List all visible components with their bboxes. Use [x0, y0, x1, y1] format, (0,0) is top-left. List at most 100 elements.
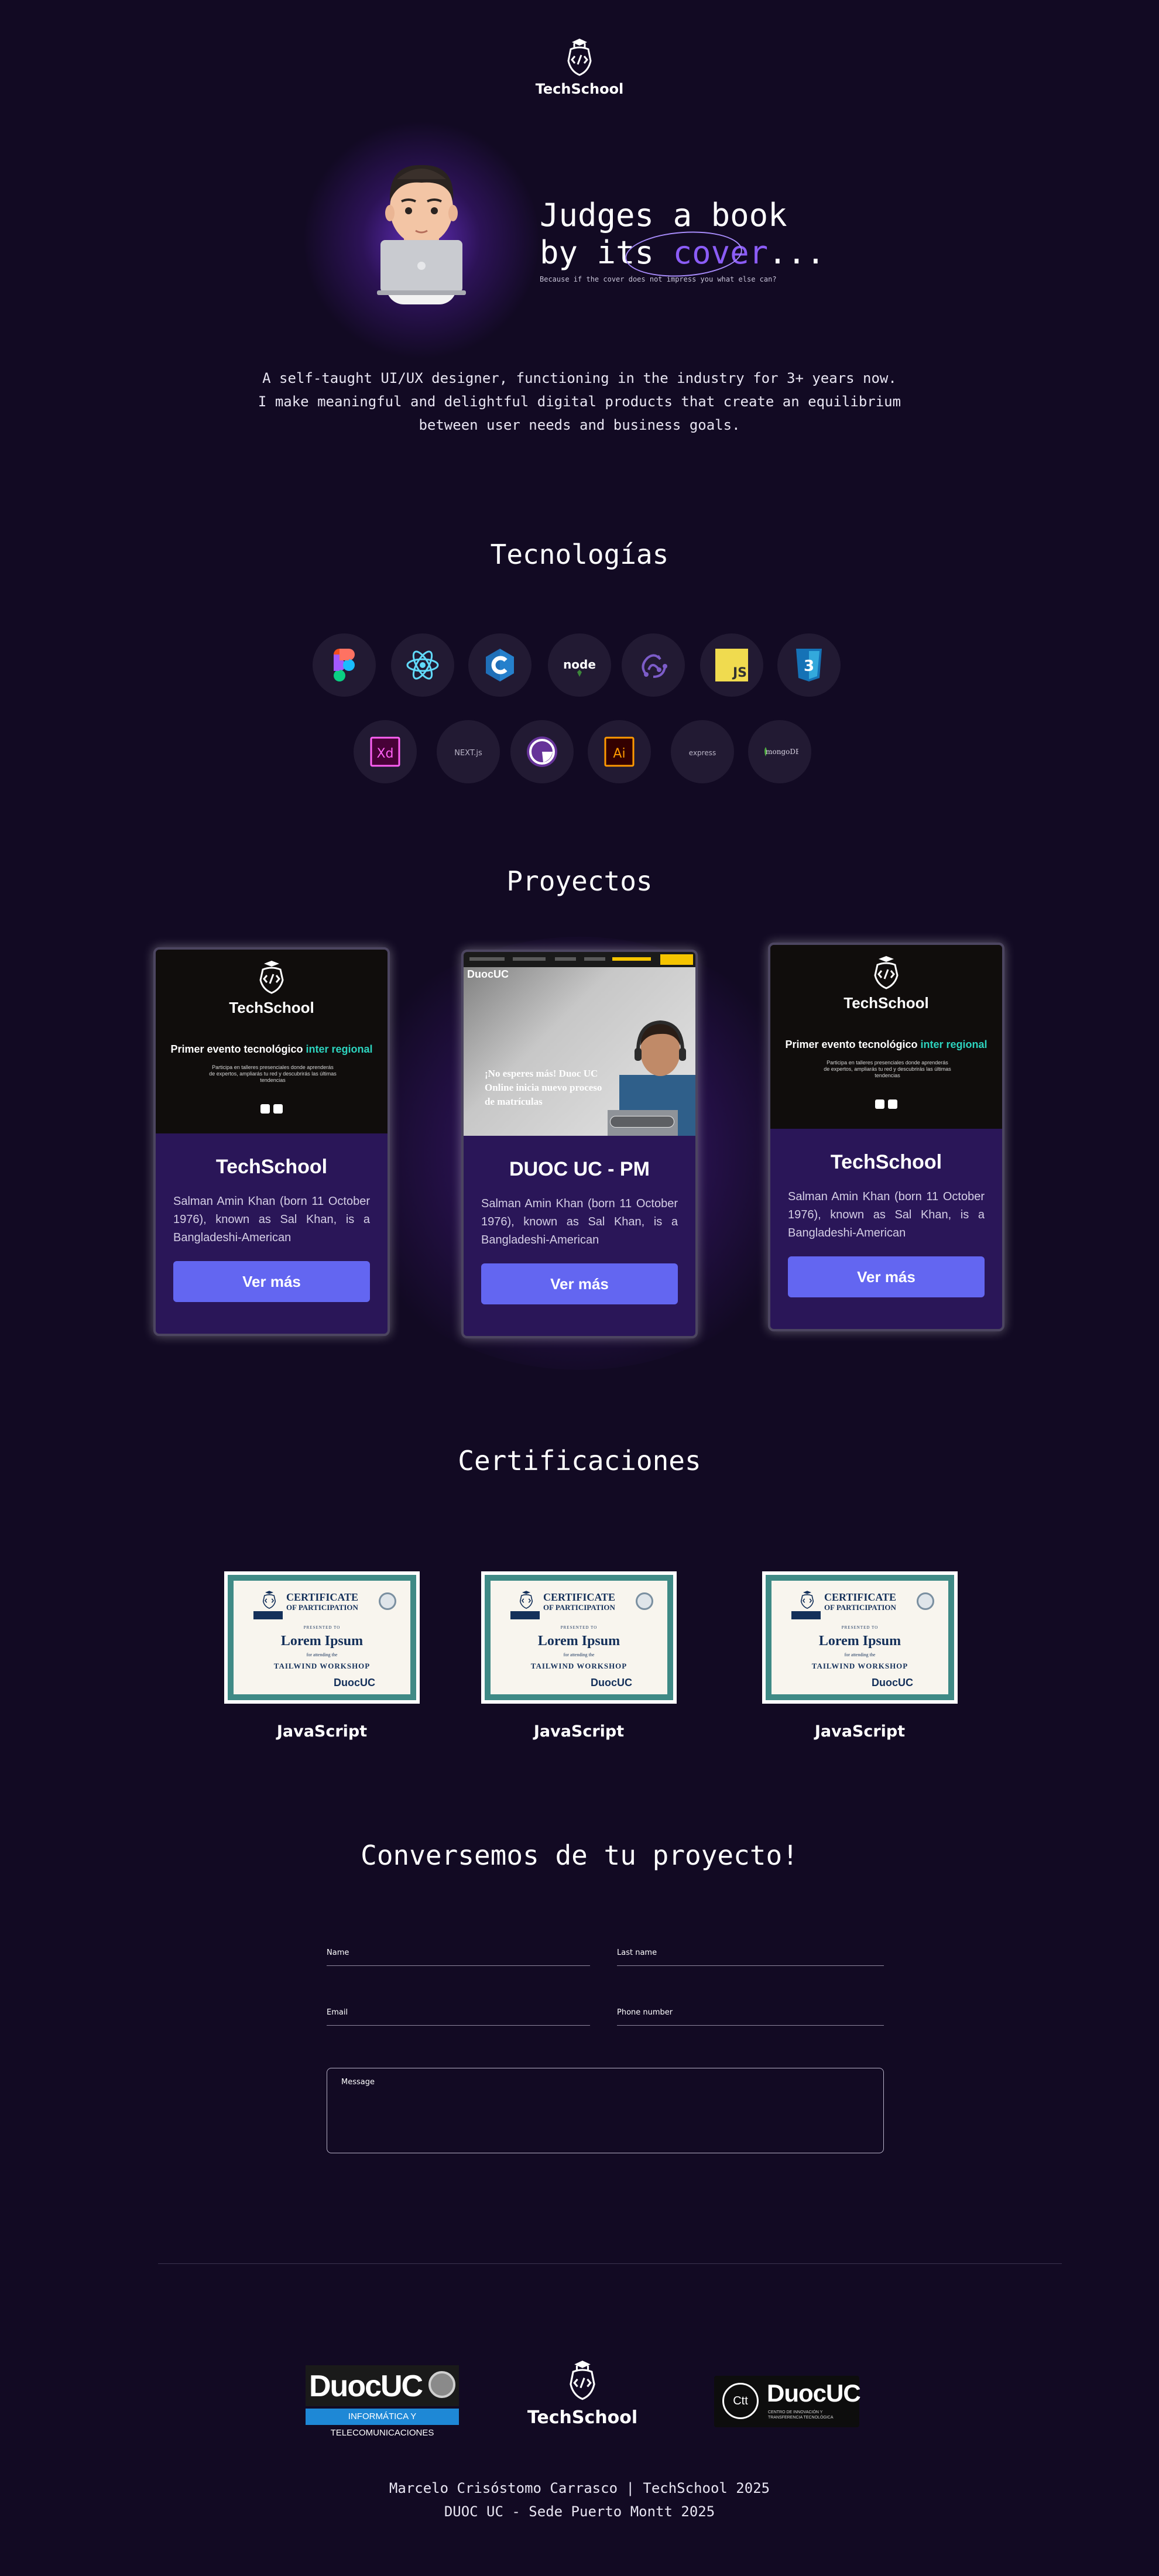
cert-workshop: TAILWIND WORKSHOP [811, 1662, 908, 1670]
phone-input[interactable] [617, 2025, 884, 2026]
hero-title-suffix: ... [768, 234, 825, 271]
footer-divider [158, 2263, 1062, 2264]
thumbnail-headline-accent: inter regional [306, 1043, 373, 1055]
hero-title-line1: Judges a book [540, 197, 787, 234]
phone-field[interactable]: Phone number [617, 2008, 884, 2026]
email-label: Email [327, 2008, 348, 2017]
footer-techschool-logo[interactable]: TechSchool [527, 2359, 638, 2428]
duoc-logo-text: DuocUC [309, 2369, 423, 2403]
certificate-image[interactable]: CERTIFICATE OF PARTICIPATION PRESENTED T… [481, 1571, 677, 1704]
thumbnail-text: Participa en talleres presenciales donde… [209, 1064, 337, 1083]
project-title: TechSchool [830, 1151, 942, 1173]
cert-for: for attending the [563, 1652, 595, 1657]
certificate-item[interactable]: CERTIFICATE OF PARTICIPATION PRESENTED T… [481, 1571, 677, 1741]
mongodb-label: mongoDB [766, 748, 798, 756]
techschool-logo-icon [874, 956, 899, 989]
project-card: TechSchool Primer evento tecnológico int… [768, 943, 1004, 1331]
header-logo[interactable]: TechSchool [521, 37, 638, 108]
name-field[interactable]: Name [327, 1948, 590, 1966]
certificate-item[interactable]: CERTIFICATE OF PARTICIPATION PRESENTED T… [762, 1571, 958, 1741]
project-description: Salman Amin Khan (born 11 October 1976),… [173, 1195, 370, 1244]
nextjs-icon: NEXT.js [437, 720, 500, 783]
linkedin-icon [260, 1104, 270, 1114]
ver-mas-button[interactable]: Ver más [788, 1256, 985, 1297]
cert-name: Lorem Ipsum [537, 1633, 620, 1649]
techschool-logo-icon [519, 1591, 533, 1609]
certificate-image[interactable]: CERTIFICATE OF PARTICIPATION PRESENTED T… [762, 1571, 958, 1704]
contact-section-title: Conversemos de tu proyecto! [361, 1839, 798, 1871]
ctt-brand-text: DuocUC [767, 2379, 861, 2407]
cert-presented: PRESENTED TO [841, 1625, 879, 1630]
adobe-xd-icon: Xd [354, 720, 417, 783]
email-field[interactable]: Email [327, 2008, 590, 2026]
duoc-ctt-logo[interactable]: Ctt DuocUC CENTRO DE INNOVACIÓN Y TRANSF… [714, 2376, 861, 2427]
techschool-logo-icon [567, 39, 592, 76]
express-icon: express [671, 720, 734, 783]
tech-section-title: Tecnologías [490, 539, 669, 570]
project-card: DuocUC ¡No esperes más! Duoc UC Online i… [461, 950, 698, 1338]
project-title: TechSchool [215, 1156, 328, 1178]
student-photo [608, 1020, 695, 1136]
name-input[interactable] [327, 1965, 590, 1966]
intro-line3: between user needs and business goals. [419, 417, 740, 433]
techschool-logo-icon [570, 2361, 595, 2400]
certificate-image[interactable]: CERTIFICATE OF PARTICIPATION PRESENTED T… [224, 1571, 420, 1704]
project-thumbnail: DuocUC ¡No esperes más! Duoc UC Online i… [464, 952, 695, 1136]
xd-label: Xd [376, 746, 393, 761]
message-textarea[interactable]: Message [327, 2068, 884, 2153]
cert-for: for attending the [844, 1652, 876, 1657]
gatsby-icon [510, 720, 574, 783]
cert-title: CERTIFICATE [824, 1591, 897, 1603]
intro-line1: A self-taught UI/UX designer, functionin… [262, 370, 897, 386]
cert-workshop: TAILWIND WORKSHOP [273, 1662, 371, 1670]
lastname-field[interactable]: Last name [617, 1948, 884, 1966]
duoc-informatica-logo[interactable]: DuocUC INFORMÁTICA Y TELECOMUNICACIONES [306, 2365, 459, 2438]
cert-label: JavaScript [814, 1722, 906, 1741]
css3-label: 3 [804, 657, 814, 675]
thumbnail-slogan: ¡No esperes más! Duoc UC Online inicia n… [485, 1068, 602, 1107]
ver-mas-button[interactable]: Ver más [481, 1263, 678, 1304]
thumbnail-headline-prefix: Primer evento tecnológico [170, 1043, 306, 1055]
intro-line2: I make meaningful and delightful digital… [258, 393, 901, 410]
project-card: TechSchool Primer evento tecnológico int… [153, 947, 390, 1336]
cert-label: JavaScript [276, 1722, 368, 1741]
hero-subtitle: Because if the cover does not impress yo… [540, 275, 777, 283]
projects-section-title: Proyectos [506, 865, 653, 897]
techschool-logo-icon [262, 1591, 276, 1609]
footer-line1: Marcelo Crisóstomo Carrasco | TechSchool… [389, 2480, 770, 2496]
thumbnail-nav [464, 952, 695, 967]
thumbnail-brand: TechSchool [843, 994, 929, 1012]
ver-mas-button[interactable]: Ver más [173, 1261, 370, 1302]
thumbnail-social [770, 1099, 1002, 1111]
c-icon [468, 633, 532, 697]
thumbnail-cta [610, 1116, 674, 1128]
cert-subtitle: OF PARTICIPATION [286, 1603, 358, 1612]
project-description: Salman Amin Khan (born 11 October 1976),… [481, 1197, 678, 1246]
email-input[interactable] [327, 2025, 590, 2026]
cert-tag [253, 1611, 283, 1619]
duoc-logo-block: DuocUC [306, 2365, 459, 2406]
certs-section-title: Certificaciones [458, 1445, 701, 1477]
footer-credits: Marcelo Crisóstomo Carrasco | TechSchool… [0, 2476, 1159, 2523]
techschool-logo-icon [259, 961, 284, 994]
project-title: DUOC UC - PM [509, 1158, 650, 1180]
cert-name: Lorem Ipsum [280, 1633, 364, 1649]
avatar-memoji [377, 165, 466, 304]
thumbnail-headline: Primer evento tecnológico inter regional [156, 1043, 388, 1056]
cert-subtitle: OF PARTICIPATION [824, 1603, 896, 1612]
nextjs-label: NEXT.js [454, 749, 482, 758]
intro-text: A self-taught UI/UX designer, functionin… [258, 366, 901, 437]
thumbnail-logo: TechSchool [156, 960, 388, 1017]
cert-for: for attending the [306, 1652, 338, 1657]
certificate-item[interactable]: CERTIFICATE OF PARTICIPATION PRESENTED T… [224, 1571, 420, 1741]
cert-title: CERTIFICATE [543, 1591, 616, 1603]
react-icon [391, 633, 454, 697]
cert-subtitle: OF PARTICIPATION [543, 1603, 615, 1612]
thumbnail-brand: TechSchool [229, 999, 314, 1016]
cert-tag [510, 1611, 540, 1619]
illustrator-icon: Ai [588, 720, 651, 783]
figma-icon [313, 633, 376, 697]
thumbnail-text: Participa en talleres presenciales donde… [824, 1060, 951, 1078]
css3-icon: 3 [777, 633, 841, 697]
lastname-input[interactable] [617, 1965, 884, 1966]
